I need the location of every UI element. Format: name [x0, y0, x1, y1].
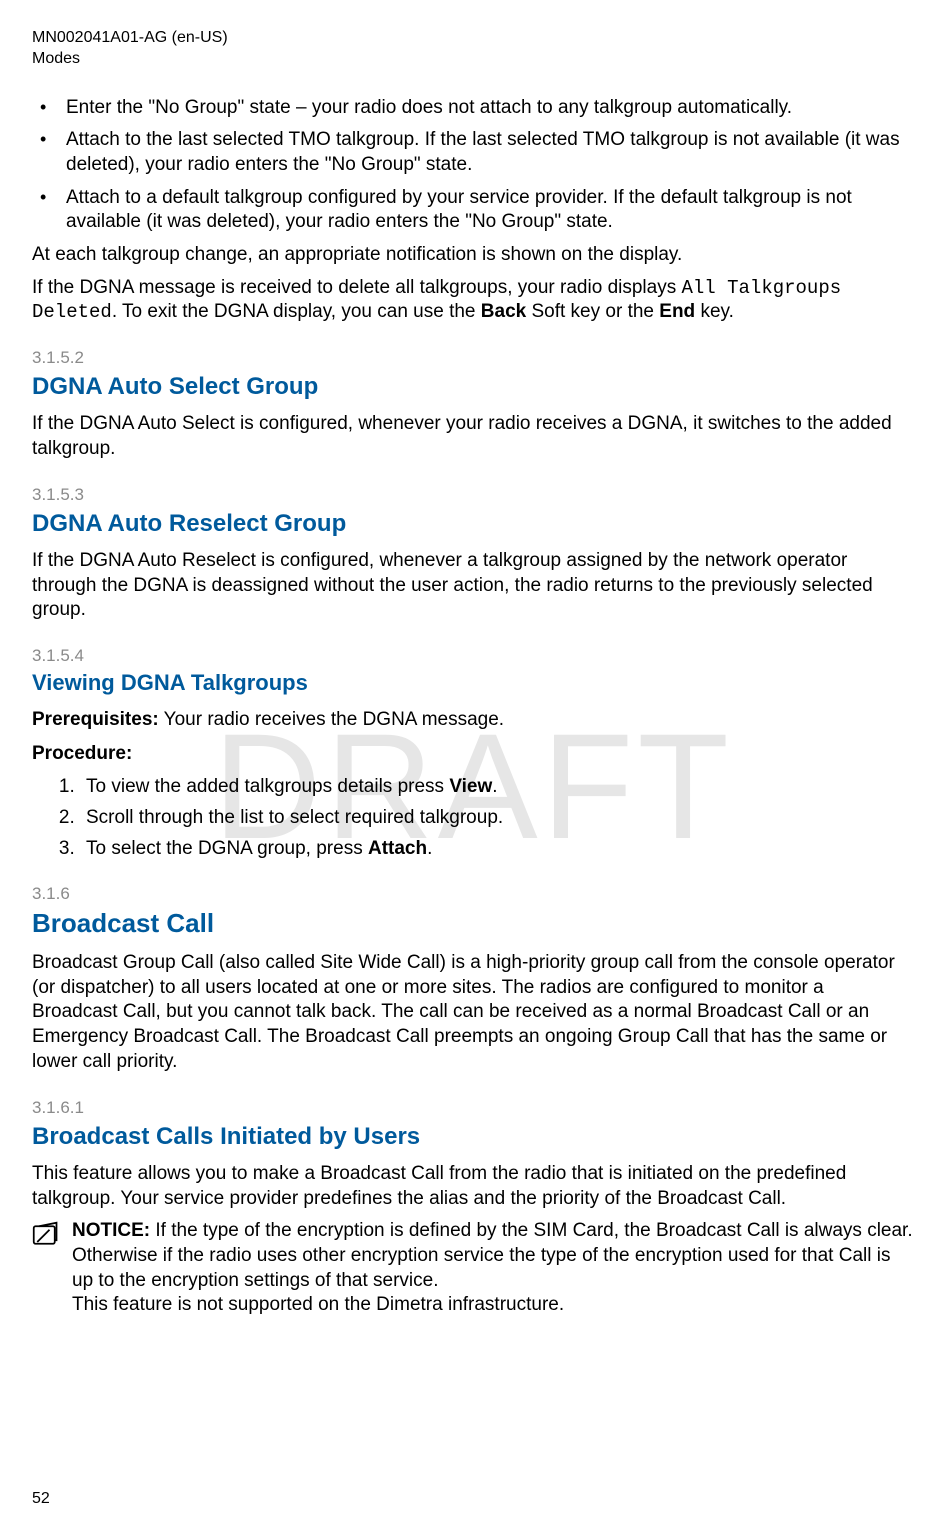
text: If the type of the encryption is defined…	[72, 1220, 913, 1290]
bullet-list: Enter the "No Group" state – your radio …	[32, 96, 914, 235]
list-item: To select the DGNA group, press Attach.	[80, 837, 914, 862]
section-title: Viewing DGNA Talkgroups	[32, 669, 914, 698]
paragraph: At each talkgroup change, an appropriate…	[32, 243, 914, 268]
text: key.	[695, 301, 734, 322]
paragraph: This feature allows you to make a Broadc…	[32, 1162, 914, 1211]
prerequisites-line: Prerequisites: Your radio receives the D…	[32, 708, 914, 733]
text: . To exit the DGNA display, you can use …	[112, 301, 481, 322]
section-title: Broadcast Call	[32, 907, 914, 941]
list-item: Attach to the last selected TMO talkgrou…	[32, 128, 914, 177]
notice-text: NOTICE: If the type of the encryption is…	[72, 1219, 914, 1318]
page-header: MN002041A01-AG (en-US) Modes	[32, 28, 914, 70]
notice-icon	[32, 1221, 62, 1257]
list-item: Attach to a default talkgroup configured…	[32, 186, 914, 235]
chapter-name: Modes	[32, 49, 914, 70]
text: To select the DGNA group, press	[86, 838, 368, 859]
text: If the DGNA message is received to delet…	[32, 277, 682, 298]
list-item: Scroll through the list to select requir…	[80, 806, 914, 831]
text: Soft key or the	[526, 301, 659, 322]
prerequisites-text: Your radio receives the DGNA message.	[159, 709, 504, 730]
section-number: 3.1.5.4	[32, 645, 914, 667]
list-item: To view the added talkgroups details pre…	[80, 775, 914, 800]
section-title: Broadcast Calls Initiated by Users	[32, 1121, 914, 1152]
softkey-back: Back	[481, 301, 526, 322]
notice-block: NOTICE: If the type of the encryption is…	[32, 1219, 914, 1318]
paragraph: If the DGNA message is received to delet…	[32, 276, 914, 325]
page-number: 52	[32, 1490, 50, 1508]
key-end: End	[659, 301, 695, 322]
text: .	[427, 838, 432, 859]
notice-label: NOTICE:	[72, 1220, 150, 1241]
prerequisites-label: Prerequisites:	[32, 709, 159, 730]
section-title: DGNA Auto Select Group	[32, 371, 914, 402]
procedure-list: To view the added talkgroups details pre…	[32, 775, 914, 861]
text: To view the added talkgroups details pre…	[86, 776, 449, 797]
section-number: 3.1.6.1	[32, 1097, 914, 1119]
paragraph: If the DGNA Auto Select is configured, w…	[32, 412, 914, 461]
procedure-label: Procedure:	[32, 742, 914, 767]
section-title: DGNA Auto Reselect Group	[32, 508, 914, 539]
section-number: 3.1.6	[32, 883, 914, 905]
paragraph: If the DGNA Auto Reselect is configured,…	[32, 549, 914, 623]
paragraph: Broadcast Group Call (also called Site W…	[32, 951, 914, 1074]
list-item: Enter the "No Group" state – your radio …	[32, 96, 914, 121]
text: .	[492, 776, 497, 797]
section-number: 3.1.5.3	[32, 484, 914, 506]
text: This feature is not supported on the Dim…	[72, 1294, 564, 1315]
doc-id: MN002041A01-AG (en-US)	[32, 28, 914, 49]
button-attach-ref: Attach	[368, 838, 427, 859]
button-view-ref: View	[449, 776, 492, 797]
section-number: 3.1.5.2	[32, 347, 914, 369]
